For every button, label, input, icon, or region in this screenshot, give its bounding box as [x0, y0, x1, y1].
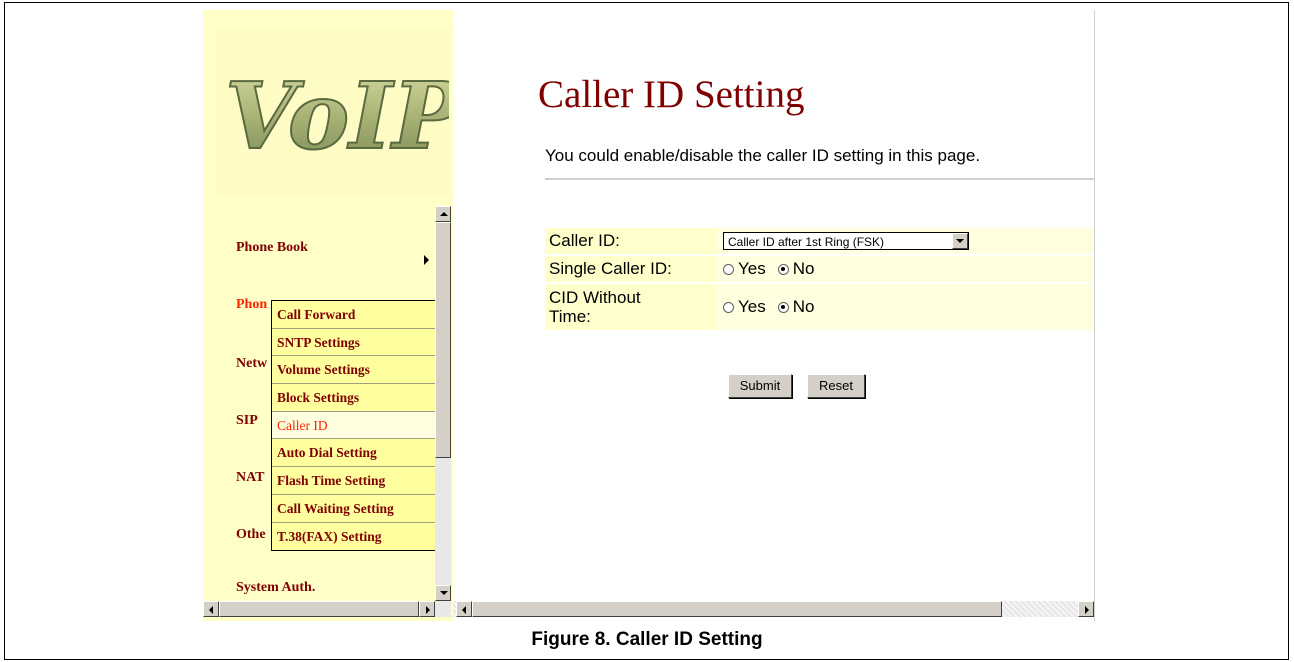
submenu-block-settings[interactable]: Block Settings — [272, 384, 435, 412]
nav-item-system-auth[interactable]: System Auth. — [236, 580, 315, 596]
caller-id-form: Caller ID: Caller ID after 1st Ring (FSK… — [545, 228, 1093, 332]
screenshot: VoIP Phone Book Phon Netw SIP NAT Othe S… — [203, 10, 1095, 621]
dropdown-arrow-icon[interactable] — [952, 233, 968, 249]
content-scroll-left-button[interactable] — [456, 601, 472, 617]
cid-label-line1: CID Without — [549, 288, 641, 307]
nav-item-phone-settings[interactable]: Phon — [236, 297, 267, 313]
scroll-left-button[interactable] — [203, 601, 219, 617]
left-horizontal-scrollbar[interactable] — [203, 601, 451, 617]
cid-yes-label: Yes — [738, 297, 766, 316]
cid-yes-radio[interactable] — [723, 301, 734, 313]
single-caller-id-label: Single Caller ID: — [545, 256, 715, 282]
submenu-call-forward[interactable]: Call Forward — [272, 301, 435, 329]
single-yes-radio[interactable] — [723, 263, 734, 275]
submenu-flash-time-setting[interactable]: Flash Time Setting — [272, 467, 435, 495]
content-hscroll-thumb[interactable] — [472, 601, 1002, 617]
row-caller-id: Caller ID: Caller ID after 1st Ring (FSK… — [545, 228, 1093, 254]
caller-id-select[interactable]: Caller ID after 1st Ring (FSK) — [723, 232, 969, 250]
scroll-up-button[interactable] — [435, 206, 451, 222]
content-horizontal-scrollbar[interactable] — [453, 601, 1094, 617]
nav-item-sip[interactable]: SIP — [236, 413, 258, 429]
scroll-right-button[interactable] — [419, 601, 435, 617]
caller-id-label: Caller ID: — [545, 228, 715, 254]
submit-button[interactable]: Submit — [728, 374, 792, 398]
divider — [545, 178, 1094, 180]
page-description: You could enable/disable the caller ID s… — [545, 146, 981, 165]
nav-item-network[interactable]: Netw — [236, 356, 267, 372]
caller-id-select-value: Caller ID after 1st Ring (FSK) — [728, 235, 885, 249]
single-no-radio[interactable] — [777, 263, 789, 275]
single-no-label: No — [792, 259, 815, 278]
left-vertical-scrollbar[interactable] — [435, 206, 451, 601]
submenu-call-waiting-setting[interactable]: Call Waiting Setting — [272, 495, 435, 523]
cid-without-time-label: CID Without Time: — [545, 284, 715, 330]
single-yes-label: Yes — [738, 259, 766, 278]
page-title: Caller ID Setting — [538, 73, 805, 116]
left-scroll-thumb[interactable] — [435, 222, 451, 458]
submenu-arrow-icon — [424, 255, 429, 265]
content-scroll-right-button[interactable] — [1078, 601, 1094, 617]
submenu-t38-fax-setting[interactable]: T.38(FAX) Setting — [272, 523, 435, 551]
cid-no-label: No — [792, 297, 815, 316]
voip-logo: VoIP — [217, 30, 449, 196]
nav-item-others[interactable]: Othe — [236, 527, 266, 543]
reset-button[interactable]: Reset — [807, 374, 865, 398]
figure-caption: Figure 8. Caller ID Setting — [531, 629, 763, 650]
row-cid-without-time: CID Without Time: Yes No — [545, 284, 1093, 330]
row-single-caller-id: Single Caller ID: Yes No — [545, 256, 1093, 282]
cid-no-radio[interactable] — [777, 301, 789, 313]
submenu-volume-settings[interactable]: Volume Settings — [272, 356, 435, 385]
nav-item-phone-book[interactable]: Phone Book — [236, 240, 308, 256]
nav-item-nat[interactable]: NAT — [236, 470, 265, 486]
left-navigation-frame: VoIP Phone Book Phon Netw SIP NAT Othe S… — [203, 10, 453, 621]
phone-settings-submenu: Call Forward SNTP Settings Volume Settin… — [271, 300, 436, 552]
scroll-down-button[interactable] — [435, 585, 451, 601]
submenu-auto-dial-setting[interactable]: Auto Dial Setting — [272, 439, 435, 468]
logo-text: VoIP — [225, 62, 449, 170]
content-frame: Caller ID Setting You could enable/disab… — [453, 10, 1094, 621]
submenu-sntp-settings[interactable]: SNTP Settings — [272, 329, 435, 357]
submenu-caller-id[interactable]: Caller ID — [272, 411, 435, 440]
cid-label-line2: Time: — [549, 307, 591, 326]
left-hscroll-thumb[interactable] — [219, 601, 419, 617]
